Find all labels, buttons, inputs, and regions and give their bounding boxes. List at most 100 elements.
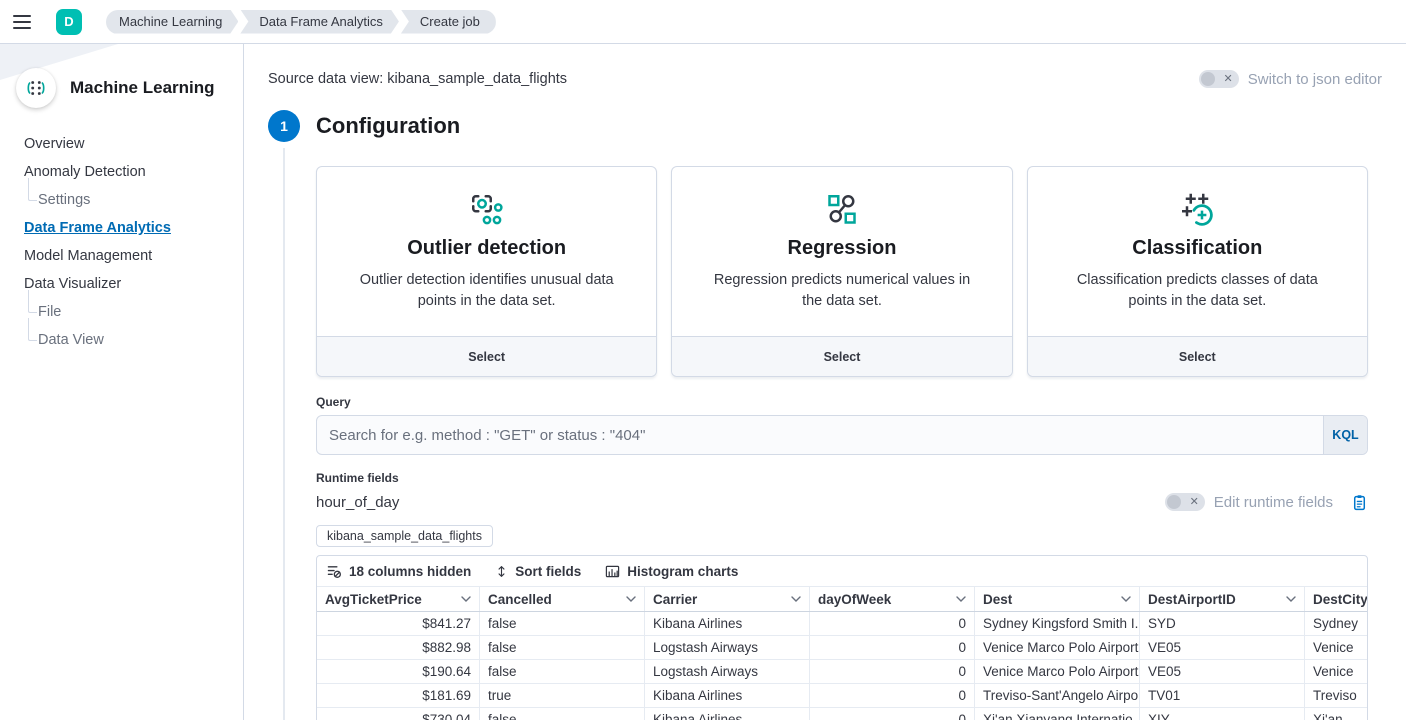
sidebar-item-data-visualizer[interactable]: Data Visualizer (24, 270, 121, 298)
index-badge: kibana_sample_data_flights (316, 525, 493, 547)
data-grid-toolbar: 18 columns hidden Sort fields Histogram … (317, 556, 1367, 586)
kql-button[interactable]: KQL (1323, 416, 1367, 454)
chevron-down-icon[interactable] (1286, 596, 1296, 602)
table-cell: Kibana Airlines (645, 612, 810, 635)
column-header-destairportid[interactable]: DestAirportID (1140, 587, 1305, 611)
select-regression-button[interactable]: Select (672, 336, 1011, 376)
query-label: Query (316, 395, 1368, 409)
column-header-carrier[interactable]: Carrier (645, 587, 810, 611)
copy-icon[interactable] (1351, 494, 1368, 511)
runtime-field-name: hour_of_day (316, 494, 399, 511)
table-cell: Sydney Kingsford Smith I... (975, 612, 1140, 635)
table-cell: XIY (1140, 708, 1305, 720)
table-cell: false (480, 636, 645, 659)
sidebar-item-anomaly-detection[interactable]: Anomaly Detection (24, 158, 146, 186)
card-title: Classification (1028, 237, 1367, 260)
table-cell: false (480, 660, 645, 683)
histogram-icon (605, 564, 620, 579)
select-outlier-detection-button[interactable]: Select (317, 336, 656, 376)
sidebar-item-file[interactable]: File (38, 298, 61, 326)
card-regression[interactable]: Regression Regression predicts numerical… (671, 166, 1012, 377)
breadcrumb-data-frame-analytics[interactable]: Data Frame Analytics (240, 10, 399, 34)
query-input[interactable] (317, 416, 1323, 454)
edit-runtime-fields-label: Edit runtime fields (1214, 494, 1333, 511)
columns-hidden-button[interactable]: 18 columns hidden (327, 564, 471, 579)
column-header-dayofweek[interactable]: dayOfWeek (810, 587, 975, 611)
column-header-avgticketprice[interactable]: AvgTicketPrice (317, 587, 480, 611)
switch-knob (1201, 72, 1215, 86)
sort-fields-button[interactable]: Sort fields (495, 564, 581, 579)
card-outlier-detection[interactable]: Outlier detection Outlier detection iden… (316, 166, 657, 377)
sidebar-item-data-view[interactable]: Data View (38, 326, 104, 354)
table-cell: SYD (1140, 612, 1305, 635)
card-title: Outlier detection (317, 237, 656, 260)
outlier-detection-icon (317, 189, 656, 231)
table-cell: Logstash Airways (645, 636, 810, 659)
card-title: Regression (672, 237, 1011, 260)
space-avatar[interactable]: D (56, 9, 82, 35)
table-cell: Xi'an Xianyang Internatio... (975, 708, 1140, 720)
json-editor-switch[interactable]: ✕ (1199, 70, 1239, 88)
main-content: Source data view: kibana_sample_data_fli… (244, 44, 1406, 720)
chevron-down-icon[interactable] (791, 596, 801, 602)
table-cell: $190.64 (317, 660, 480, 683)
chevron-down-icon[interactable] (626, 596, 636, 602)
card-classification[interactable]: Classification Classification predicts c… (1027, 166, 1368, 377)
sidebar-item-model-management[interactable]: Model Management (24, 242, 152, 270)
analytics-type-cards: Outlier detection Outlier detection iden… (316, 166, 1368, 377)
breadcrumb-machine-learning[interactable]: Machine Learning (106, 10, 238, 34)
table-cell: Venice (1305, 636, 1367, 659)
card-description: Classification predicts classes of data … (1058, 270, 1337, 312)
table-cell: $841.27 (317, 612, 480, 635)
chevron-down-icon[interactable] (461, 596, 471, 602)
table-cell: Venice (1305, 660, 1367, 683)
table-cell: 0 (810, 660, 975, 683)
select-classification-button[interactable]: Select (1028, 336, 1367, 376)
switch-x-icon: ✕ (1224, 70, 1233, 88)
data-grid: 18 columns hidden Sort fields Histogram … (316, 555, 1368, 720)
sidebar-item-overview[interactable]: Overview (24, 130, 84, 158)
table-row: $882.98 false Logstash Airways 0 Venice … (317, 636, 1367, 660)
table-cell: Sydney (1305, 612, 1367, 635)
step-number-badge: 1 (268, 110, 300, 142)
classification-icon (1028, 189, 1367, 231)
card-description: Regression predicts numerical values in … (702, 270, 981, 312)
table-cell: $882.98 (317, 636, 480, 659)
column-header-cancelled[interactable]: Cancelled (480, 587, 645, 611)
table-row: $730.04 false Kibana Airlines 0 Xi'an Xi… (317, 708, 1367, 720)
top-navigation-bar: D Machine Learning Data Frame Analytics … (0, 0, 1406, 44)
chevron-down-icon[interactable] (1121, 596, 1131, 602)
sidebar-item-settings[interactable]: Settings (38, 186, 90, 214)
step-connector-line (283, 148, 285, 720)
runtime-fields-label: Runtime fields (316, 471, 1368, 485)
machine-learning-app-icon (16, 68, 56, 108)
hamburger-menu-button[interactable] (0, 0, 44, 44)
breadcrumb-create-job[interactable]: Create job (401, 10, 496, 34)
sort-icon (495, 564, 508, 579)
chevron-down-icon[interactable] (956, 596, 966, 602)
hamburger-icon (13, 11, 31, 33)
data-grid-header: AvgTicketPrice Cancelled Carrier dayOfWe… (317, 586, 1367, 612)
table-cell: true (480, 684, 645, 707)
table-cell: $730.04 (317, 708, 480, 720)
breadcrumb: Machine Learning Data Frame Analytics Cr… (106, 10, 498, 34)
table-row: $841.27 false Kibana Airlines 0 Sydney K… (317, 612, 1367, 636)
edit-runtime-fields-switch[interactable]: ✕ (1165, 493, 1205, 511)
column-header-destcityname[interactable]: DestCityName (1305, 587, 1367, 611)
table-cell: 0 (810, 684, 975, 707)
table-cell: false (480, 708, 645, 720)
table-cell: 0 (810, 708, 975, 720)
table-cell: Venice Marco Polo Airport (975, 636, 1140, 659)
table-cell: Xi'an (1305, 708, 1367, 720)
sidebar-item-data-frame-analytics[interactable]: Data Frame Analytics (24, 214, 171, 242)
table-row: $190.64 false Logstash Airways 0 Venice … (317, 660, 1367, 684)
table-cell: Venice Marco Polo Airport (975, 660, 1140, 683)
column-header-dest[interactable]: Dest (975, 587, 1140, 611)
table-cell: Treviso-Sant'Angelo Airport (975, 684, 1140, 707)
table-cell: 0 (810, 636, 975, 659)
table-cell: Kibana Airlines (645, 708, 810, 720)
columns-hidden-icon (327, 564, 342, 579)
histogram-charts-button[interactable]: Histogram charts (605, 564, 738, 579)
json-editor-switch-label: Switch to json editor (1248, 71, 1382, 88)
regression-icon (672, 189, 1011, 231)
